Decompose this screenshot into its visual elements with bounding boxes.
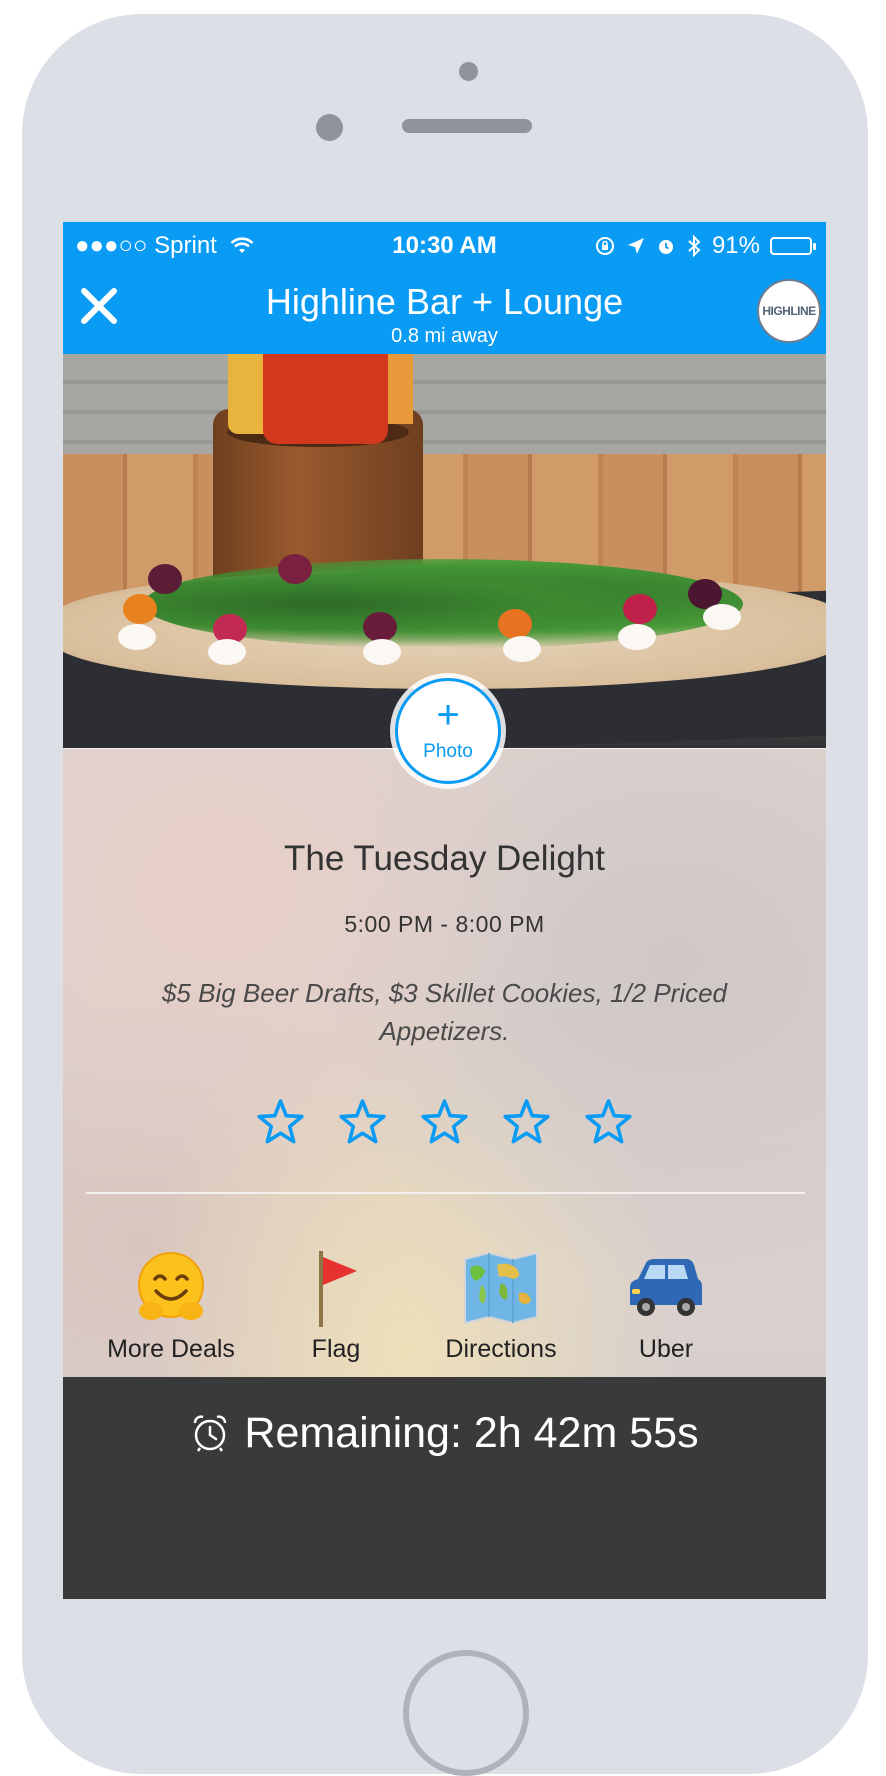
photo-topping bbox=[123, 594, 157, 624]
photo-cream bbox=[208, 639, 246, 665]
photo-cream bbox=[118, 624, 156, 650]
photo-topping bbox=[363, 612, 397, 642]
photo-cream bbox=[618, 624, 656, 650]
photo-cream bbox=[363, 639, 401, 665]
venue-logo[interactable]: HIGHLINE bbox=[757, 279, 821, 343]
directions-button[interactable]: Directions bbox=[431, 1249, 571, 1364]
uber-button[interactable]: Uber bbox=[616, 1249, 716, 1364]
add-photo-button[interactable]: + Photo bbox=[395, 678, 501, 784]
photo-topping bbox=[623, 594, 657, 624]
earpiece-speaker bbox=[402, 119, 532, 133]
photo-topping bbox=[498, 609, 532, 639]
flag-button[interactable]: Flag bbox=[296, 1249, 376, 1364]
photo-glass bbox=[263, 354, 388, 444]
photo-topping bbox=[148, 564, 182, 594]
hugging-face-icon bbox=[138, 1252, 204, 1320]
deal-title: The Tuesday Delight bbox=[283, 839, 605, 878]
countdown-bar: Remaining: 2h 42m 55s bbox=[63, 1377, 826, 1599]
bluetooth-icon bbox=[688, 234, 701, 258]
venue-title: Highline Bar + Lounge bbox=[265, 281, 624, 322]
uber-label: Uber bbox=[638, 1335, 694, 1363]
star-icon[interactable] bbox=[583, 1097, 634, 1148]
add-photo-label: Photo bbox=[423, 741, 473, 762]
star-icon[interactable] bbox=[337, 1097, 388, 1148]
status-right-group: 91% bbox=[594, 232, 816, 260]
rating-stars bbox=[63, 1097, 826, 1148]
red-flag-icon bbox=[319, 1251, 357, 1327]
top-bar: ●●●○○ Sprint 10:30 AM 91% Highline Bar +… bbox=[63, 222, 826, 354]
countdown-content: Remaining: 2h 42m 55s bbox=[63, 1405, 826, 1461]
directions-label: Directions bbox=[445, 1335, 557, 1363]
location-arrow-icon bbox=[627, 238, 644, 254]
star-icon[interactable] bbox=[419, 1097, 470, 1148]
front-camera bbox=[316, 114, 343, 141]
rotation-lock-icon bbox=[595, 237, 614, 255]
venue-distance: 0.8 mi away bbox=[391, 325, 498, 347]
front-sensor bbox=[459, 62, 478, 81]
deal-detail-panel: The Tuesday Delight 5:00 PM - 8:00 PM $5… bbox=[63, 749, 826, 1457]
star-icon[interactable] bbox=[255, 1097, 306, 1148]
more-deals-button[interactable]: More Deals bbox=[101, 1249, 241, 1364]
venue-logo-text: HIGHLINE bbox=[762, 304, 816, 318]
photo-wall bbox=[63, 354, 826, 464]
photo-cream bbox=[703, 604, 741, 630]
car-icon bbox=[630, 1259, 702, 1316]
battery-icon bbox=[770, 237, 816, 255]
deal-hours: 5:00 PM - 8:00 PM bbox=[344, 911, 545, 937]
flag-label: Flag bbox=[311, 1335, 361, 1363]
deal-description: $5 Big Beer Drafts, $3 Skillet Cookies, … bbox=[161, 978, 728, 1046]
photo-cream bbox=[503, 636, 541, 662]
section-divider bbox=[86, 1192, 805, 1194]
alarm-icon bbox=[658, 240, 673, 254]
app-screen: ●●●○○ Sprint 10:30 AM 91% Highline Bar +… bbox=[63, 222, 826, 1599]
battery-percent: 91% bbox=[711, 232, 760, 259]
plus-icon: + bbox=[436, 693, 460, 737]
star-icon[interactable] bbox=[501, 1097, 552, 1148]
world-map-icon bbox=[464, 1251, 538, 1325]
photo-topping bbox=[278, 554, 312, 584]
alarm-clock-icon bbox=[194, 1415, 227, 1452]
countdown-text: Remaining: 2h 42m 55s bbox=[244, 1408, 699, 1457]
home-button[interactable] bbox=[403, 1650, 529, 1776]
more-deals-label: More Deals bbox=[107, 1335, 235, 1363]
